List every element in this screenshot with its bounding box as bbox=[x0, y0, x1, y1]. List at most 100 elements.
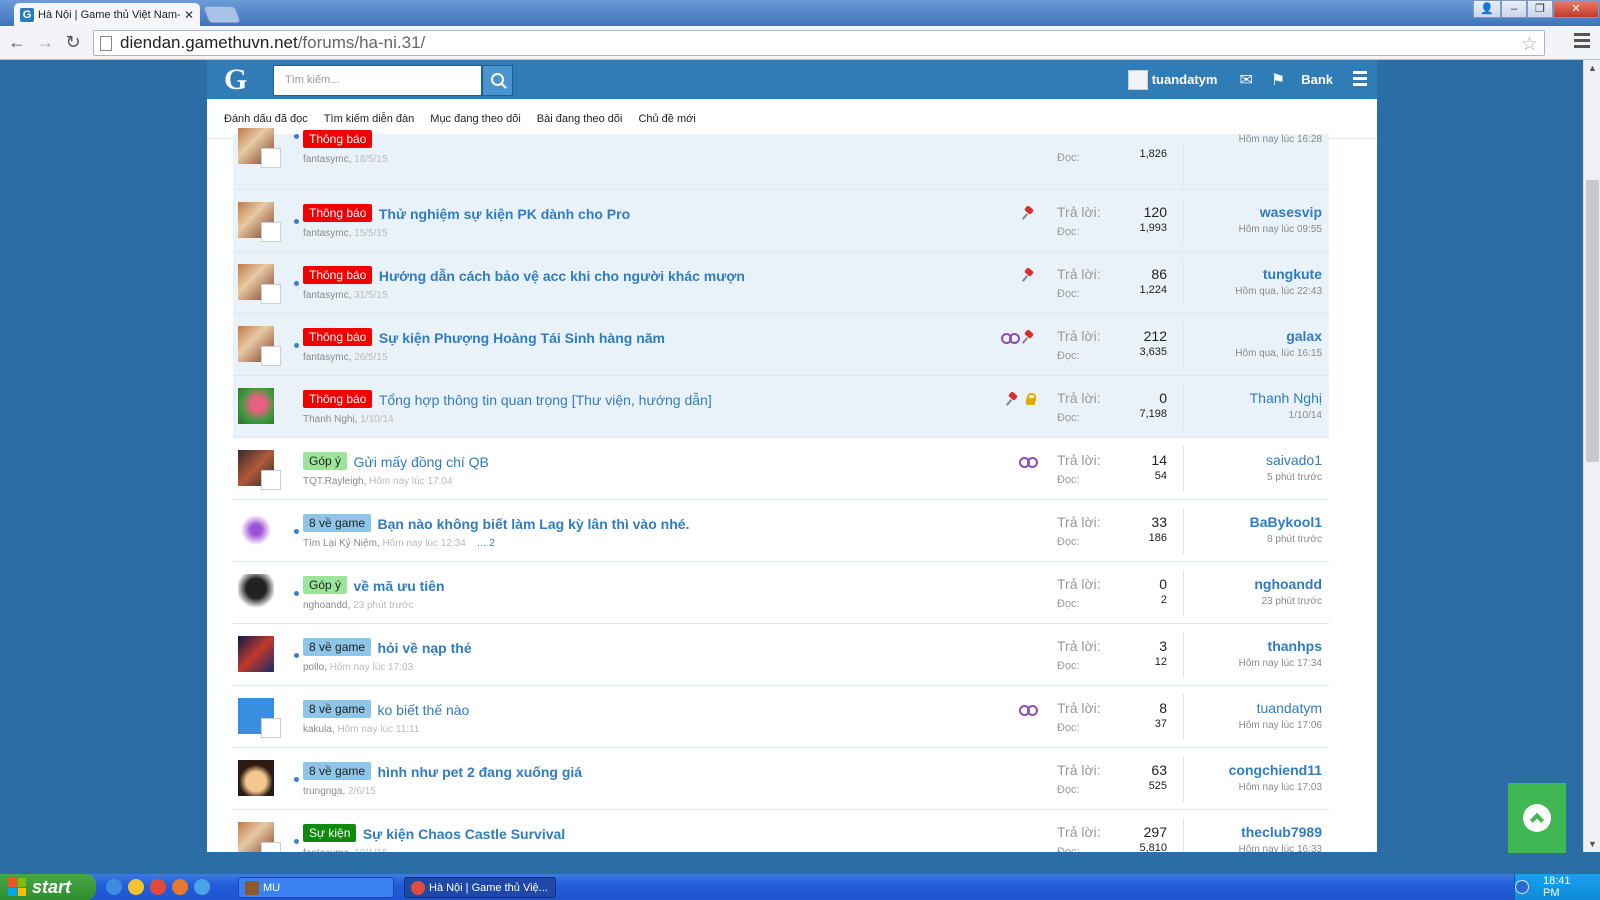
thread-title[interactable]: về mã ưu tiên bbox=[353, 578, 444, 594]
last-post-time[interactable]: Hôm nay lúc 16:28 bbox=[1239, 134, 1322, 145]
new-tab-button[interactable] bbox=[202, 6, 242, 23]
thread-date[interactable]: 31/5/15 bbox=[354, 290, 387, 301]
thread-author[interactable]: trungnga bbox=[303, 786, 342, 797]
thread-date[interactable]: 18/5/15 bbox=[354, 154, 387, 165]
thread-prefix[interactable]: Sự kiện bbox=[303, 824, 357, 842]
site-logo[interactable]: G bbox=[224, 63, 247, 97]
thread-title[interactable]: ko biết thế nào bbox=[378, 702, 470, 718]
thread-prefix[interactable]: Thông báo bbox=[303, 204, 373, 222]
last-post-user[interactable]: nghoandd bbox=[1254, 576, 1322, 592]
last-poster-avatar[interactable] bbox=[261, 842, 281, 852]
start-button[interactable]: start bbox=[0, 874, 96, 900]
last-poster-avatar[interactable] bbox=[261, 222, 281, 242]
thread-prefix[interactable]: 8 về game bbox=[303, 638, 372, 656]
page-scrollbar[interactable]: ▲ ▼ bbox=[1583, 60, 1600, 852]
menu-icon[interactable] bbox=[1353, 70, 1367, 89]
thread-date[interactable]: Hôm nay lúc 12:34 bbox=[382, 538, 465, 549]
thread-title[interactable]: Sự kiện Phượng Hoàng Tái Sinh hàng năm bbox=[379, 330, 665, 346]
tray-arrow-icon[interactable] bbox=[1515, 880, 1529, 894]
thread-title[interactable]: hỏi về nạp thẻ bbox=[378, 640, 472, 656]
thread-row[interactable]: 8 về game hình như pet 2 đang xuống giá … bbox=[233, 748, 1329, 810]
scroll-thumb[interactable] bbox=[1586, 180, 1599, 462]
thread-author-avatar[interactable] bbox=[238, 574, 274, 610]
search-button[interactable] bbox=[482, 65, 513, 96]
thread-row[interactable]: Thông báo fantasymc, 18/5/15 Đọc: 1,826 … bbox=[233, 128, 1329, 190]
last-post-time[interactable]: Hôm nay lúc 09:55 bbox=[1239, 224, 1322, 235]
close-window-button[interactable]: ✕ bbox=[1553, 0, 1599, 18]
bookmark-star-icon[interactable]: ☆ bbox=[1521, 33, 1538, 56]
thread-author[interactable]: TQT.Rayleigh bbox=[303, 476, 364, 487]
thread-date[interactable]: Hôm nay lúc 11:11 bbox=[337, 724, 419, 735]
thread-prefix[interactable]: 8 về game bbox=[303, 762, 372, 780]
last-poster-avatar[interactable] bbox=[261, 470, 281, 490]
thread-author[interactable]: kakula bbox=[303, 724, 332, 735]
alerts-flag-icon[interactable]: ⚑ bbox=[1271, 70, 1285, 90]
subnav-new-threads[interactable]: Chủ đề mới bbox=[638, 113, 695, 125]
address-bar[interactable]: diendan.gamethuvn.net/forums/ha-ni.31/ ☆ bbox=[93, 30, 1545, 56]
ie-icon[interactable] bbox=[106, 879, 122, 895]
thread-prefix[interactable]: Góp ý bbox=[303, 452, 348, 470]
thread-row[interactable]: Góp ý về mã ưu tiên nghoandd, 23 phút tr… bbox=[233, 562, 1329, 624]
taskbar-item-chrome[interactable]: Hà Nội | Game thủ Việ... bbox=[404, 877, 556, 898]
thread-title[interactable]: Tổng hợp thông tin quan trọng [Thư viện,… bbox=[379, 392, 712, 408]
firefox-icon[interactable] bbox=[172, 879, 188, 895]
thread-author-avatar[interactable] bbox=[238, 512, 274, 548]
last-post-time[interactable]: Hôm qua, lúc 16:15 bbox=[1235, 348, 1322, 359]
last-post-time[interactable]: Hôm nay lúc 17:06 bbox=[1239, 720, 1322, 731]
thread-row[interactable]: Thông báo Sự kiện Phượng Hoàng Tái Sinh … bbox=[233, 314, 1329, 376]
thread-row[interactable]: 8 về game Bạn nào không biết làm Lag kỳ … bbox=[233, 500, 1329, 562]
last-post-user[interactable]: theclub7989 bbox=[1239, 824, 1322, 840]
thread-date[interactable]: Hôm nay lúc 17:04 bbox=[369, 476, 452, 487]
thread-pages[interactable]: … 2 bbox=[477, 538, 495, 549]
thread-row[interactable]: Thông báo Tổng hợp thông tin quan trọng … bbox=[233, 376, 1329, 438]
scroll-up-icon[interactable]: ▲ bbox=[1584, 60, 1600, 76]
thread-prefix[interactable]: 8 về game bbox=[303, 514, 372, 532]
thread-row[interactable]: 8 về game hỏi về nạp thẻ pollo, Hôm nay … bbox=[233, 624, 1329, 686]
thread-date[interactable]: 15/5/15 bbox=[354, 228, 387, 239]
thread-title[interactable]: Gửi mấy đồng chí QB bbox=[353, 454, 488, 470]
last-post-user[interactable]: Thanh Nghị bbox=[1250, 390, 1322, 406]
scroll-down-icon[interactable]: ▼ bbox=[1584, 836, 1600, 852]
inbox-icon[interactable]: ✉ bbox=[1239, 70, 1252, 90]
thread-title[interactable]: hình như pet 2 đang xuống giá bbox=[378, 764, 583, 780]
subnav-watched-forums[interactable]: Mục đang theo dõi bbox=[430, 113, 521, 125]
thread-prefix[interactable]: Thông báo bbox=[303, 130, 373, 148]
taskbar-item-mu[interactable]: MU bbox=[238, 877, 394, 898]
last-post-time[interactable]: Hôm nay lúc 17:34 bbox=[1239, 658, 1322, 669]
thread-author[interactable]: Tìm Lại Kỷ Niệm bbox=[303, 538, 377, 549]
restore-button[interactable]: ❐ bbox=[1527, 0, 1553, 18]
thread-author[interactable]: fantasymc bbox=[303, 228, 349, 239]
last-post-time[interactable]: 5 phút trước bbox=[1266, 472, 1322, 483]
last-post-user[interactable]: wasesvip bbox=[1239, 204, 1322, 220]
subnav-watched-threads[interactable]: Bài đang theo dõi bbox=[537, 113, 623, 125]
thread-title[interactable]: Thử nghiệm sự kiện PK dành cho Pro bbox=[379, 206, 630, 222]
thread-author-avatar[interactable] bbox=[238, 388, 274, 424]
minimize-button[interactable]: – bbox=[1501, 0, 1527, 18]
thread-title[interactable]: Sự kiện Chaos Castle Survival bbox=[363, 826, 565, 842]
last-poster-avatar[interactable] bbox=[261, 718, 281, 738]
back-to-top-button[interactable] bbox=[1508, 783, 1566, 853]
thread-prefix[interactable]: 8 về game bbox=[303, 700, 372, 718]
thread-row[interactable]: Thông báo Hướng dẫn cách bảo vệ acc khi … bbox=[233, 252, 1329, 314]
last-post-user[interactable]: saivado1 bbox=[1266, 452, 1322, 468]
last-post-time[interactable]: Hôm nay lúc 17:03 bbox=[1229, 782, 1322, 793]
last-poster-avatar[interactable] bbox=[261, 346, 281, 366]
bank-link[interactable]: Bank bbox=[1301, 72, 1333, 87]
last-post-user[interactable]: BaBykool1 bbox=[1250, 514, 1322, 530]
last-post-time[interactable]: 23 phút trước bbox=[1254, 596, 1322, 607]
thread-date[interactable]: Hôm nay lúc 17:03 bbox=[330, 662, 413, 673]
last-post-time[interactable]: Hôm qua, lúc 22:43 bbox=[1235, 286, 1322, 297]
thread-title[interactable]: Bạn nào không biết làm Lag kỳ lân thì và… bbox=[378, 516, 690, 532]
search-input[interactable]: Tìm kiếm... bbox=[273, 65, 482, 96]
thread-author-avatar[interactable] bbox=[238, 760, 274, 796]
username-link[interactable]: tuandatym bbox=[1152, 72, 1218, 87]
last-poster-avatar[interactable] bbox=[261, 148, 281, 168]
forward-arrow-icon[interactable]: → bbox=[34, 32, 56, 53]
thread-title[interactable]: Hướng dẫn cách bảo vệ acc khi cho người … bbox=[379, 268, 745, 284]
thread-date[interactable]: 26/5/15 bbox=[354, 352, 387, 363]
last-post-user[interactable]: congchiend11 bbox=[1229, 762, 1322, 778]
messenger-icon[interactable] bbox=[128, 879, 144, 895]
last-post-user[interactable]: tungkute bbox=[1235, 266, 1322, 282]
reload-icon[interactable]: ↻ bbox=[62, 32, 84, 53]
thread-row[interactable]: Thông báo Thử nghiệm sự kiện PK dành cho… bbox=[233, 190, 1329, 252]
